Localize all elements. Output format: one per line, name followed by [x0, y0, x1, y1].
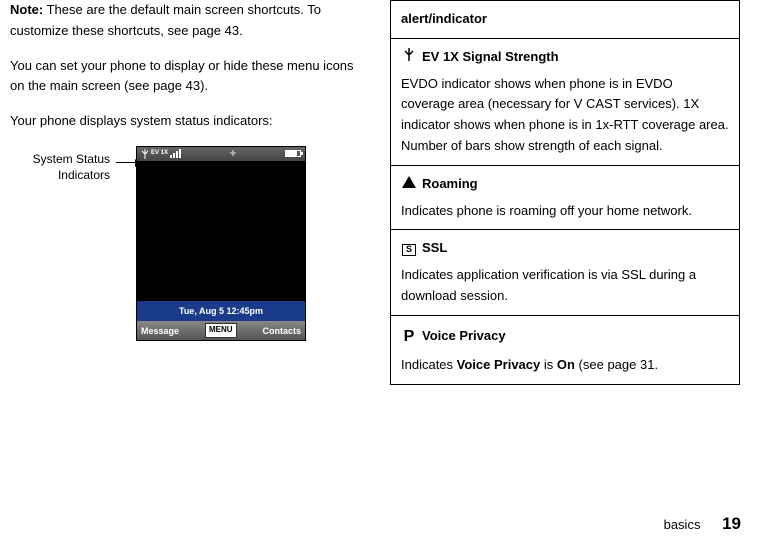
table-row: Roaming Indicates phone is roaming off y…: [391, 165, 740, 230]
row-title: Roaming: [422, 174, 478, 195]
table-header: alert/indicator: [391, 1, 740, 39]
left-softkey: Message: [141, 324, 179, 338]
ssl-icon: S: [401, 238, 417, 259]
date-time-bar: Tue, Aug 5 12:45pm: [137, 301, 305, 321]
section-label: basics: [664, 517, 701, 532]
right-softkey: Contacts: [262, 324, 301, 338]
display-area: [137, 161, 305, 301]
voice-privacy-icon: P: [401, 324, 417, 350]
row-body: Indicates Voice Privacy is On (see page …: [401, 355, 729, 376]
menu-softkey: MENU: [205, 323, 237, 338]
note-text: These are the default main screen shortc…: [10, 2, 321, 38]
table-row: EV 1X Signal Strength EVDO indicator sho…: [391, 38, 740, 165]
row-body: EVDO indicator shows when phone is in EV…: [401, 74, 729, 157]
note-paragraph: Note: These are the default main screen …: [10, 0, 360, 42]
location-icon: ✛: [230, 148, 237, 161]
row-title: Voice Privacy: [422, 326, 506, 347]
signal-bars-icon: [170, 149, 181, 158]
table-row: S SSL Indicates application verification…: [391, 230, 740, 315]
ev1x-label: EV 1X: [151, 149, 168, 159]
paragraph-1: You can set your phone to display or hid…: [10, 56, 360, 98]
row-body: Indicates phone is roaming off your home…: [401, 201, 729, 222]
phone-screen: EV 1X ✛ Tue, Aug 5 12:45pm Message MENU …: [136, 146, 306, 341]
indicator-table: alert/indicator EV 1X Signal Strength EV…: [390, 0, 740, 385]
row-body: Indicates application verification is vi…: [401, 265, 729, 307]
callout-arrow: [116, 162, 136, 163]
roaming-icon: [401, 174, 417, 195]
table-header-row: alert/indicator: [391, 1, 740, 39]
note-label: Note:: [10, 2, 43, 17]
status-bar: EV 1X ✛: [137, 147, 305, 161]
row-title: SSL: [422, 238, 447, 259]
battery-icon: [285, 150, 301, 157]
paragraph-2: Your phone displays system status indica…: [10, 111, 360, 132]
page-footer: basics 19: [664, 510, 741, 537]
antenna-icon: [141, 149, 149, 159]
phone-diagram: System Status Indicators EV 1X ✛: [10, 146, 360, 341]
table-row: P Voice Privacy Indicates Voice Privacy …: [391, 315, 740, 384]
page-number: 19: [722, 514, 741, 533]
softkey-bar: Message MENU Contacts: [137, 321, 305, 340]
phone-label: System Status Indicators: [10, 152, 110, 183]
signal-strength-icon: [401, 47, 417, 68]
row-title: EV 1X Signal Strength: [422, 47, 559, 68]
